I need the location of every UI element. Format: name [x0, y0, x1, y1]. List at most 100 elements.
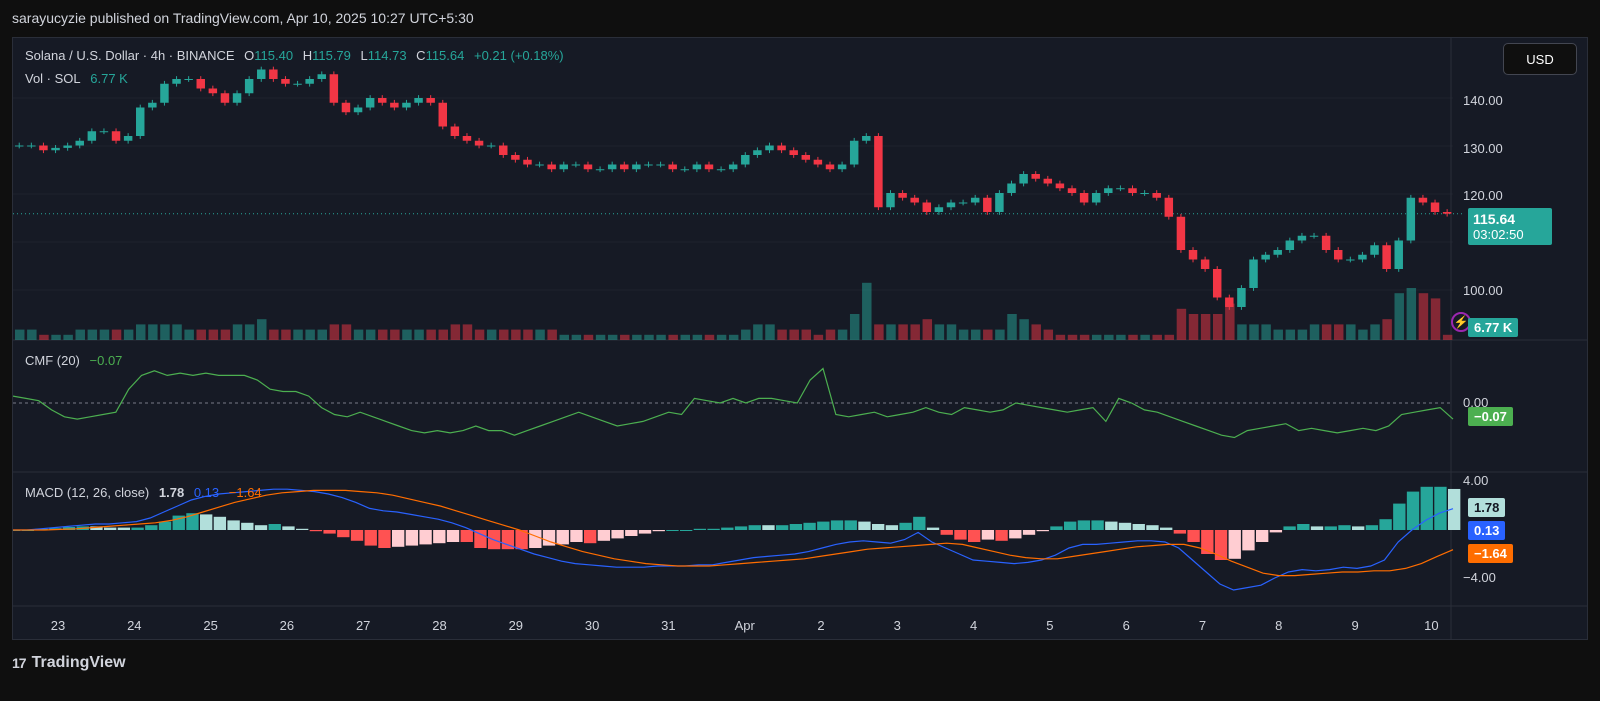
candle-body	[136, 107, 145, 136]
high-label: H	[302, 48, 313, 63]
candle-body	[910, 197, 919, 203]
volume-bar	[958, 329, 969, 340]
volume-bar	[390, 329, 400, 340]
currency-button[interactable]: USD	[1503, 43, 1577, 75]
candle-body	[353, 107, 363, 113]
macd-hist-bar	[392, 530, 405, 547]
volume-bar	[983, 329, 993, 340]
volume-bar	[886, 324, 896, 340]
volume-bar	[801, 329, 812, 340]
volume-bar	[87, 329, 98, 340]
time-tick: 2	[817, 618, 825, 633]
volume-bar	[402, 329, 412, 340]
macd-hist-bar	[1393, 503, 1406, 530]
macd-hist-bar	[145, 525, 158, 530]
macd-hist-bar	[268, 524, 281, 530]
candle-body	[438, 102, 447, 127]
macd-hist-bar	[364, 530, 377, 546]
candle-body	[1152, 193, 1161, 198]
volume-bar	[862, 282, 872, 340]
time-tick: 31	[661, 618, 676, 633]
macd-hist-bar	[1105, 521, 1118, 530]
volume-bar	[1285, 329, 1296, 340]
volume-bar	[281, 329, 291, 340]
candle-body	[511, 155, 520, 160]
candle-body	[583, 164, 593, 170]
chart-container[interactable]: Solana / U.S. Dollar · 4h · BINANCE O115…	[12, 37, 1588, 640]
volume-bar	[607, 334, 618, 340]
candle-body	[486, 145, 496, 147]
candle-body	[184, 79, 193, 80]
chart-canvas[interactable]	[13, 38, 1587, 639]
macd-hist-bar	[1352, 526, 1365, 530]
cmf-tag: −0.07	[1468, 407, 1513, 426]
volume-bar	[765, 324, 775, 340]
candle-body	[499, 145, 508, 155]
candle-body	[559, 164, 569, 170]
macd-hist-bar	[1009, 530, 1022, 539]
candle-body	[281, 79, 290, 84]
symbol-legend: Solana / U.S. Dollar · 4h · BINANCE O115…	[25, 48, 564, 63]
candle-body	[644, 164, 653, 166]
candle-body	[995, 193, 1004, 212]
time-tick: 10	[1424, 618, 1439, 633]
volume-bar	[1225, 303, 1235, 340]
candle-body	[293, 83, 302, 85]
macd-hist-bar	[762, 525, 775, 530]
price-tick: 130.00	[1463, 141, 1503, 156]
high-value: 115.79	[312, 48, 351, 63]
candle-body	[329, 74, 339, 103]
candle-body	[1346, 259, 1355, 261]
volume-bar	[910, 324, 920, 340]
macd-hist-bar	[899, 522, 912, 530]
candle-body	[958, 202, 968, 204]
macd-hist-bar	[1064, 521, 1077, 530]
volume-bar	[486, 329, 497, 340]
candle-body	[1358, 254, 1367, 260]
macd-label[interactable]: MACD (12, 26, close)	[25, 485, 149, 500]
volume-bar	[946, 324, 957, 340]
tradingview-logo-icon: 17	[12, 655, 27, 671]
candle-body	[1430, 202, 1440, 212]
candle-body	[269, 69, 278, 79]
volume-bar	[1176, 308, 1187, 340]
candle-body	[1067, 188, 1077, 193]
time-tick: 9	[1351, 618, 1359, 633]
candle-body	[983, 197, 992, 212]
macd-hist-bar	[1420, 486, 1433, 530]
symbol-title[interactable]: Solana / U.S. Dollar · 4h · BINANCE	[25, 48, 235, 63]
time-tick: 7	[1198, 618, 1207, 633]
macd-hist-bar	[872, 524, 885, 530]
macd-hist-bar	[1338, 525, 1351, 530]
macd-hist-bar	[597, 530, 611, 541]
volume-bar	[571, 334, 582, 340]
volume-bar	[111, 329, 122, 340]
time-tick: 8	[1275, 618, 1283, 633]
footer-brand[interactable]: 17 TradingView	[12, 654, 126, 672]
volume-bar	[680, 334, 691, 340]
macd-hist-bar	[1173, 530, 1187, 534]
macd-hist-bar	[1379, 519, 1392, 530]
volume-bar	[825, 329, 836, 340]
candle-body	[1370, 245, 1379, 255]
volume-label[interactable]: Vol · SOL	[25, 71, 81, 86]
volume-bar	[1079, 334, 1090, 340]
macd-hist-bar	[625, 530, 638, 536]
last-price-tag: 115.64 03:02:50	[1468, 208, 1552, 245]
cmf-label[interactable]: CMF (20)	[25, 353, 80, 368]
volume-bar	[934, 324, 945, 340]
volume-bar	[898, 324, 908, 340]
candle-body	[874, 136, 883, 208]
candle-body	[680, 169, 690, 171]
volume-bar	[1007, 314, 1017, 340]
volume-bar	[1019, 319, 1029, 340]
volume-bar	[123, 329, 134, 340]
volume-bar	[813, 334, 824, 340]
brand-name: TradingView	[31, 654, 126, 671]
volume-bar	[1237, 324, 1247, 340]
candle-body	[1079, 193, 1089, 203]
macd-hist-bar	[556, 530, 569, 545]
volume-bar	[99, 329, 110, 340]
candle-body	[1055, 183, 1065, 189]
volume-bar	[414, 329, 424, 340]
